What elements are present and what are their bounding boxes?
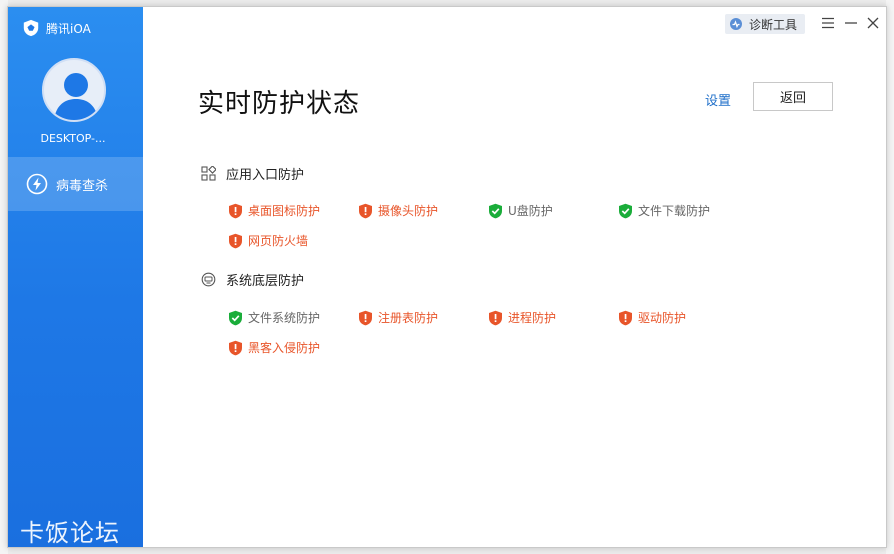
system-chip-icon bbox=[201, 272, 216, 287]
protection-item-label: 进程防护 bbox=[508, 311, 557, 325]
shield-icon bbox=[619, 203, 632, 218]
page-title: 实时防护状态 bbox=[198, 89, 361, 119]
protection-item[interactable]: U盘防护 bbox=[488, 202, 553, 219]
shield-icon bbox=[229, 340, 242, 355]
avatar[interactable] bbox=[42, 58, 106, 122]
user-avatar-icon bbox=[54, 73, 98, 120]
protection-item[interactable]: 桌面图标防护 bbox=[228, 202, 320, 219]
protection-item-label: 摄像头防护 bbox=[378, 204, 439, 218]
apps-grid-icon bbox=[201, 166, 216, 181]
protection-item-label: 文件下载防护 bbox=[638, 204, 711, 218]
shield-icon bbox=[489, 310, 502, 325]
diagnostic-tool-button[interactable]: 诊断工具 bbox=[725, 14, 806, 34]
protection-item-label: U盘防护 bbox=[508, 204, 553, 218]
protection-item[interactable]: 文件下载防护 bbox=[618, 202, 710, 219]
protection-item[interactable]: 驱动防护 bbox=[618, 309, 686, 326]
hostname: DESKTOP-... bbox=[40, 132, 106, 145]
protection-item[interactable]: 黑客入侵防护 bbox=[228, 339, 320, 356]
protection-item-label: 黑客入侵防护 bbox=[248, 341, 321, 355]
shield-icon bbox=[359, 310, 372, 325]
desktop-background-right bbox=[886, 0, 894, 554]
settings-link[interactable]: 设置 bbox=[705, 90, 731, 109]
nav-item-virus-scan[interactable]: 病毒查杀 bbox=[8, 157, 143, 211]
diagnostic-tool-label: 诊断工具 bbox=[749, 17, 798, 32]
ioa-logo-icon bbox=[23, 19, 39, 37]
minimize-button[interactable] bbox=[841, 13, 861, 33]
lightning-icon bbox=[26, 173, 48, 195]
diagnostic-icon bbox=[730, 18, 742, 30]
section-label: 应用入口防护 bbox=[226, 168, 305, 183]
shield-icon bbox=[619, 310, 632, 325]
protection-item-label: 网页防火墙 bbox=[248, 234, 309, 248]
shield-icon bbox=[229, 233, 242, 248]
protection-item-label: 文件系统防护 bbox=[248, 311, 321, 325]
close-button[interactable] bbox=[863, 13, 883, 33]
watermark: 卡饭论坛 bbox=[20, 519, 120, 547]
shield-icon bbox=[229, 203, 242, 218]
protection-item[interactable]: 注册表防护 bbox=[358, 309, 438, 326]
protection-item[interactable]: 进程防护 bbox=[488, 309, 556, 326]
protection-item[interactable]: 网页防火墙 bbox=[228, 232, 308, 249]
nav-item-label: 病毒查杀 bbox=[56, 178, 109, 194]
sidebar: 腾讯iOA DESKTOP-... 病毒查杀 卡饭论坛 bbox=[8, 7, 143, 547]
ioa-window: 腾讯iOA DESKTOP-... 病毒查杀 卡饭论坛 诊断工具 实时防护状态 … bbox=[7, 6, 887, 548]
brand: 腾讯iOA bbox=[22, 19, 91, 37]
section-label: 系统底层防护 bbox=[226, 274, 305, 289]
minimize-icon bbox=[845, 22, 857, 24]
protection-item-label: 注册表防护 bbox=[378, 311, 439, 325]
brand-name: 腾讯iOA bbox=[46, 21, 91, 36]
back-button[interactable]: 返回 bbox=[753, 82, 833, 111]
shield-icon bbox=[229, 310, 242, 325]
protection-item[interactable]: 摄像头防护 bbox=[358, 202, 438, 219]
protection-item[interactable]: 文件系统防护 bbox=[228, 309, 320, 326]
menu-icon bbox=[822, 17, 834, 29]
protection-item-label: 桌面图标防护 bbox=[248, 204, 321, 218]
menu-button[interactable] bbox=[818, 13, 838, 33]
section-system-protection: 系统底层防护 bbox=[201, 270, 304, 289]
shield-icon bbox=[489, 203, 502, 218]
section-app-entry-protection: 应用入口防护 bbox=[201, 164, 304, 183]
close-icon bbox=[867, 17, 879, 29]
protection-item-label: 驱动防护 bbox=[638, 311, 687, 325]
shield-icon bbox=[359, 203, 372, 218]
